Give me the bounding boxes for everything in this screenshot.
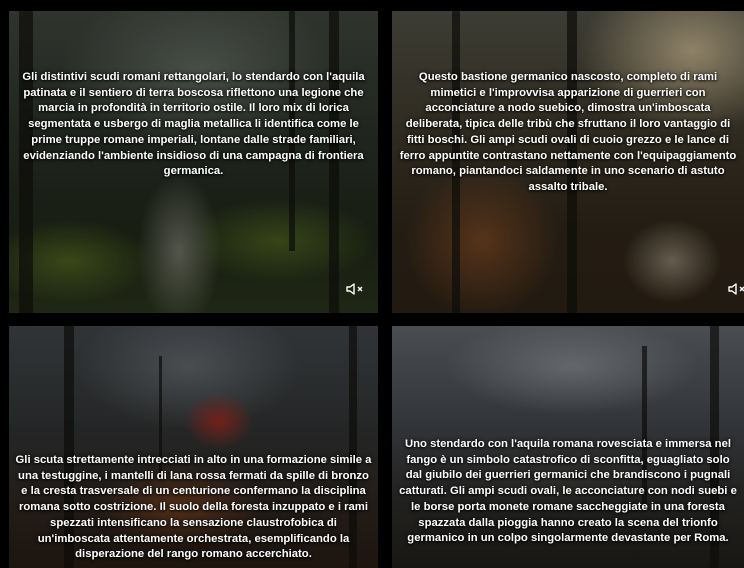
video-tile-legion-march[interactable]: Gli distintivi scudi romani rettangolari… (9, 11, 378, 313)
tile-caption: Uno stendardo con l'aquila romana rovesc… (399, 438, 737, 545)
video-tile-germanic-ambush[interactable]: Questo bastione germanico nascosto, comp… (392, 11, 744, 313)
video-tile-testudo[interactable]: Gli scuta strettamente intrecciati in al… (9, 326, 378, 568)
tile-caption: Gli scuta strettamente intrecciati in al… (15, 454, 372, 561)
tile-caption: Questo bastione germanico nascosto, comp… (399, 71, 737, 193)
video-grid: Gli distintivi scudi romani rettangolari… (0, 0, 744, 568)
tile-caption: Gli distintivi scudi romani rettangolari… (22, 71, 365, 178)
video-tile-fallen-standard[interactable]: Uno stendardo con l'aquila romana rovesc… (392, 326, 744, 568)
speaker-muted-icon[interactable] (346, 282, 364, 296)
speaker-muted-icon[interactable] (728, 282, 744, 296)
